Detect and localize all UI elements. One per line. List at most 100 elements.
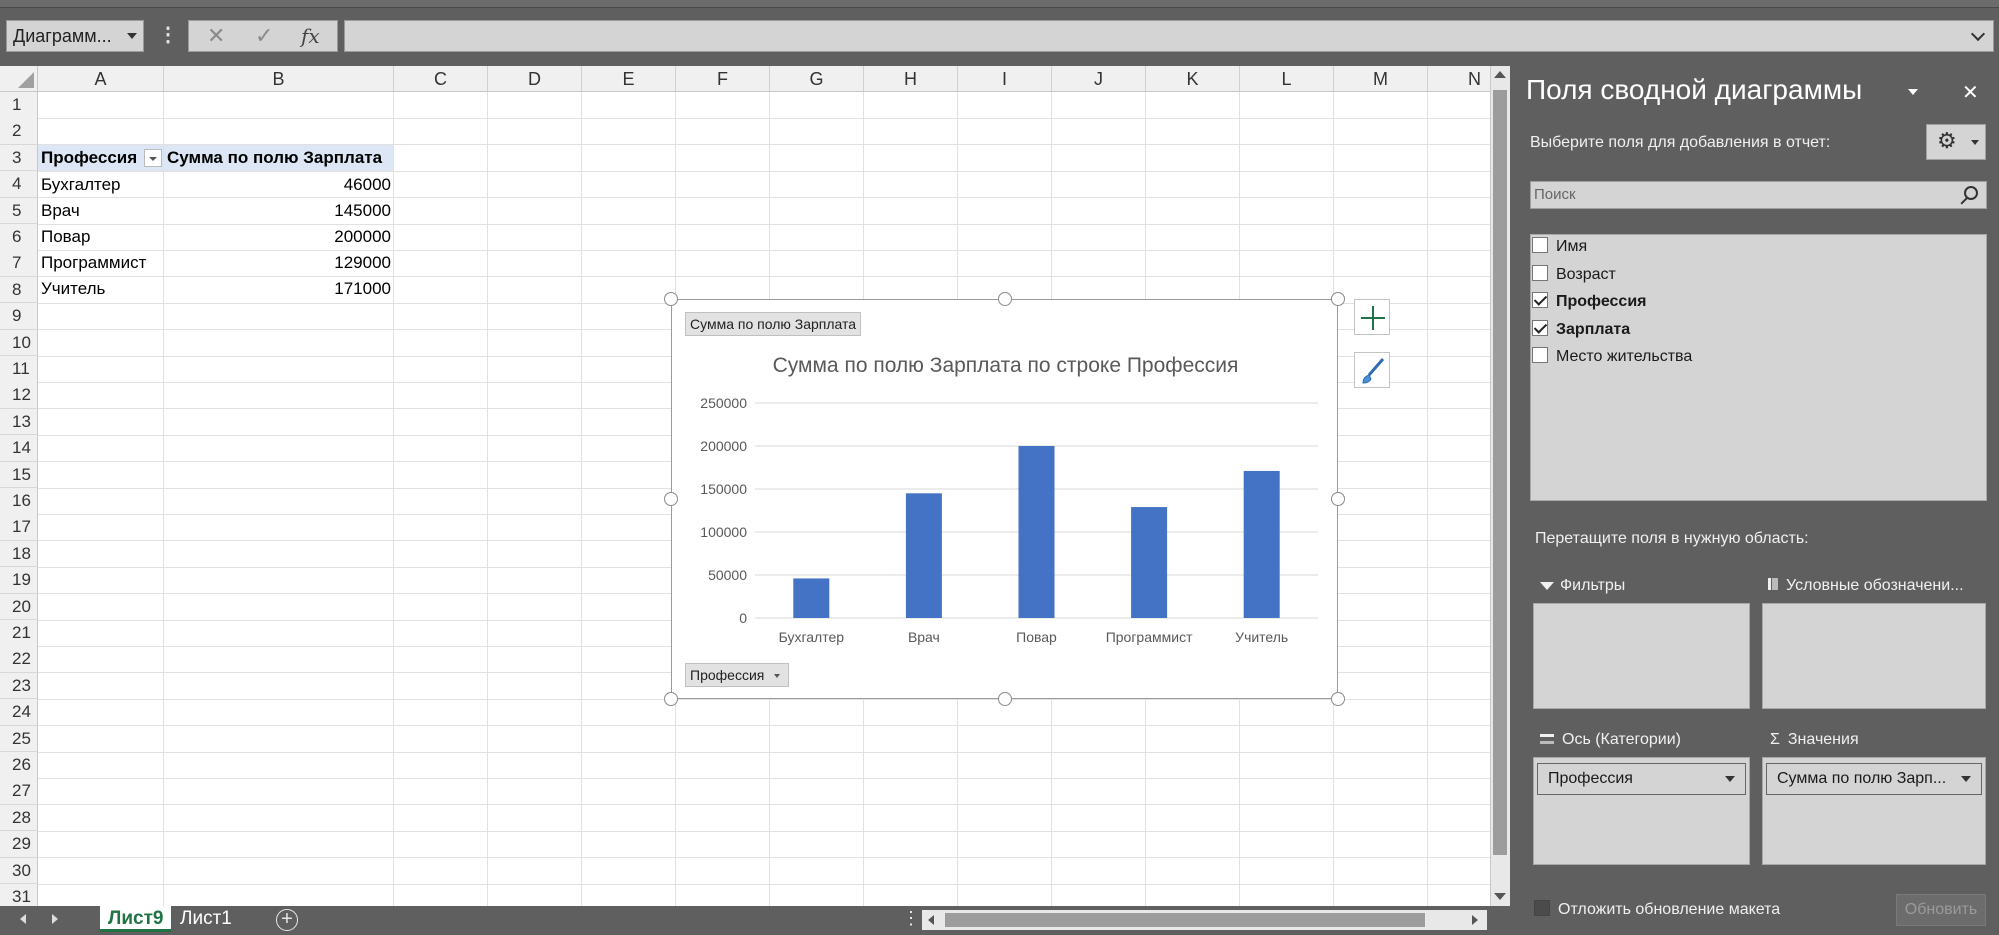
chevron-down-icon[interactable] bbox=[127, 33, 137, 39]
row-header[interactable]: 27 bbox=[0, 778, 38, 805]
row-header[interactable]: 23 bbox=[0, 672, 38, 700]
row-header[interactable]: 10 bbox=[0, 329, 38, 357]
formula-input[interactable] bbox=[344, 20, 1994, 52]
pivot-row-label[interactable]: Учитель bbox=[38, 276, 164, 302]
field-search-input[interactable]: Поиск bbox=[1530, 181, 1987, 209]
pivot-row-value[interactable]: 129000 bbox=[164, 250, 394, 276]
row-header[interactable]: 30 bbox=[0, 857, 38, 885]
column-header[interactable]: N bbox=[1428, 66, 1490, 92]
pivot-row-value[interactable]: 171000 bbox=[164, 276, 394, 302]
row-header[interactable]: 18 bbox=[0, 540, 38, 568]
row-header[interactable]: 3 bbox=[0, 144, 38, 172]
row-header[interactable]: 11 bbox=[0, 356, 38, 383]
row-header[interactable]: 8 bbox=[0, 276, 38, 304]
row-header[interactable]: 4 bbox=[0, 171, 38, 198]
column-header[interactable]: G bbox=[770, 66, 864, 92]
defer-update-option[interactable]: Отложить обновление макета bbox=[1534, 900, 1780, 919]
column-header[interactable]: A bbox=[38, 66, 164, 92]
pivot-header-profession[interactable]: Профессия bbox=[38, 145, 164, 171]
pivot-row-value[interactable]: 200000 bbox=[164, 224, 394, 250]
bar[interactable] bbox=[1131, 507, 1168, 618]
field-item[interactable]: Профессия bbox=[1532, 291, 1647, 313]
row-header[interactable]: 21 bbox=[0, 620, 38, 647]
field-checkbox[interactable] bbox=[1532, 292, 1548, 308]
row-header[interactable]: 13 bbox=[0, 408, 38, 436]
row-header[interactable]: 22 bbox=[0, 646, 38, 673]
chevron-down-icon[interactable] bbox=[1725, 776, 1735, 782]
pivot-row-label[interactable]: Повар bbox=[38, 224, 164, 250]
bar[interactable] bbox=[905, 493, 942, 618]
bar[interactable] bbox=[1243, 470, 1280, 618]
resize-handle[interactable] bbox=[664, 692, 678, 706]
row-header[interactable]: 24 bbox=[0, 699, 38, 726]
pivot-row-label[interactable]: Бухгалтер bbox=[38, 172, 164, 198]
insert-function-icon[interactable]: fx bbox=[301, 24, 320, 48]
chart-elements-button[interactable] bbox=[1354, 299, 1390, 335]
vertical-scroll-thumb[interactable] bbox=[1493, 90, 1507, 855]
field-checkbox[interactable] bbox=[1532, 319, 1548, 336]
pivot-row-value[interactable]: 145000 bbox=[164, 198, 394, 224]
column-header[interactable]: I bbox=[958, 66, 1052, 92]
pivot-row-label[interactable]: Программист bbox=[38, 250, 164, 276]
row-header[interactable]: 9 bbox=[0, 303, 38, 330]
column-header[interactable]: F bbox=[676, 66, 770, 92]
field-item[interactable]: Место жительства bbox=[1532, 346, 1692, 368]
column-header[interactable]: B bbox=[164, 66, 394, 92]
column-header[interactable]: M bbox=[1334, 66, 1428, 92]
row-header[interactable]: 1 bbox=[0, 92, 38, 119]
row-header[interactable]: 5 bbox=[0, 197, 38, 225]
legend-drop-area[interactable] bbox=[1762, 603, 1986, 709]
row-header[interactable]: 25 bbox=[0, 725, 38, 753]
row-header[interactable]: 17 bbox=[0, 514, 38, 541]
axis-field-item[interactable]: Профессия bbox=[1537, 763, 1746, 795]
row-header[interactable]: 29 bbox=[0, 831, 38, 858]
chevron-down-icon[interactable] bbox=[1961, 776, 1971, 782]
column-header[interactable]: H bbox=[864, 66, 958, 92]
pivot-chart[interactable]: Сумма по полю Зарплата Сумма по полю Зар… bbox=[671, 299, 1338, 699]
resize-handle[interactable] bbox=[664, 292, 678, 306]
next-sheet-icon[interactable] bbox=[52, 914, 58, 924]
field-item[interactable]: Зарплата bbox=[1532, 319, 1630, 341]
field-checkbox[interactable] bbox=[1532, 264, 1548, 281]
close-icon[interactable]: ✕ bbox=[1962, 80, 1979, 105]
tab-splitter-icon[interactable]: ⋮ bbox=[902, 908, 920, 929]
field-checkbox[interactable] bbox=[1532, 347, 1548, 363]
column-header[interactable]: D bbox=[488, 66, 582, 92]
pivot-row-label[interactable]: Врач bbox=[38, 198, 164, 224]
row-header[interactable]: 26 bbox=[0, 752, 38, 779]
pivot-header-sum[interactable]: Сумма по полю Зарплата bbox=[164, 145, 394, 171]
row-header[interactable]: 20 bbox=[0, 593, 38, 621]
resize-handle[interactable] bbox=[1331, 292, 1345, 306]
filter-dropdown-icon[interactable] bbox=[144, 149, 162, 167]
prev-sheet-icon[interactable] bbox=[20, 914, 26, 924]
row-header[interactable]: 16 bbox=[0, 488, 38, 515]
filters-drop-area[interactable] bbox=[1533, 603, 1750, 709]
resize-handle[interactable] bbox=[1331, 492, 1345, 506]
pane-settings-button[interactable]: ⚙ bbox=[1926, 124, 1986, 160]
resize-handle[interactable] bbox=[1331, 692, 1345, 706]
row-header[interactable]: 15 bbox=[0, 461, 38, 489]
sheet-tab-active[interactable]: Лист9 bbox=[100, 906, 172, 932]
column-header[interactable]: L bbox=[1240, 66, 1334, 92]
row-header[interactable]: 7 bbox=[0, 250, 38, 277]
pane-options-icon[interactable] bbox=[1908, 89, 1918, 95]
cancel-icon[interactable]: ✕ bbox=[207, 23, 225, 49]
pivot-row-value[interactable]: 46000 bbox=[164, 172, 394, 198]
row-header[interactable]: 19 bbox=[0, 567, 38, 594]
resize-handle[interactable] bbox=[997, 692, 1012, 706]
horizontal-scroll-thumb[interactable] bbox=[945, 913, 1425, 927]
field-item[interactable]: Возраст bbox=[1532, 264, 1616, 286]
column-header[interactable]: E bbox=[582, 66, 676, 92]
scroll-left-icon[interactable] bbox=[928, 915, 934, 925]
row-header[interactable]: 31 bbox=[0, 884, 38, 906]
column-header[interactable]: C bbox=[394, 66, 488, 92]
scroll-right-icon[interactable] bbox=[1472, 915, 1478, 925]
row-header[interactable]: 6 bbox=[0, 224, 38, 251]
row-header[interactable]: 14 bbox=[0, 435, 38, 462]
name-box[interactable]: Диаграмм... bbox=[6, 20, 144, 52]
scroll-up-icon[interactable] bbox=[1494, 71, 1506, 78]
values-field-item[interactable]: Сумма по полю Зарп... bbox=[1766, 763, 1982, 795]
chart-axis-field-button[interactable]: Профессия bbox=[685, 663, 790, 687]
column-header[interactable]: J bbox=[1052, 66, 1146, 92]
defer-checkbox[interactable] bbox=[1534, 900, 1550, 916]
